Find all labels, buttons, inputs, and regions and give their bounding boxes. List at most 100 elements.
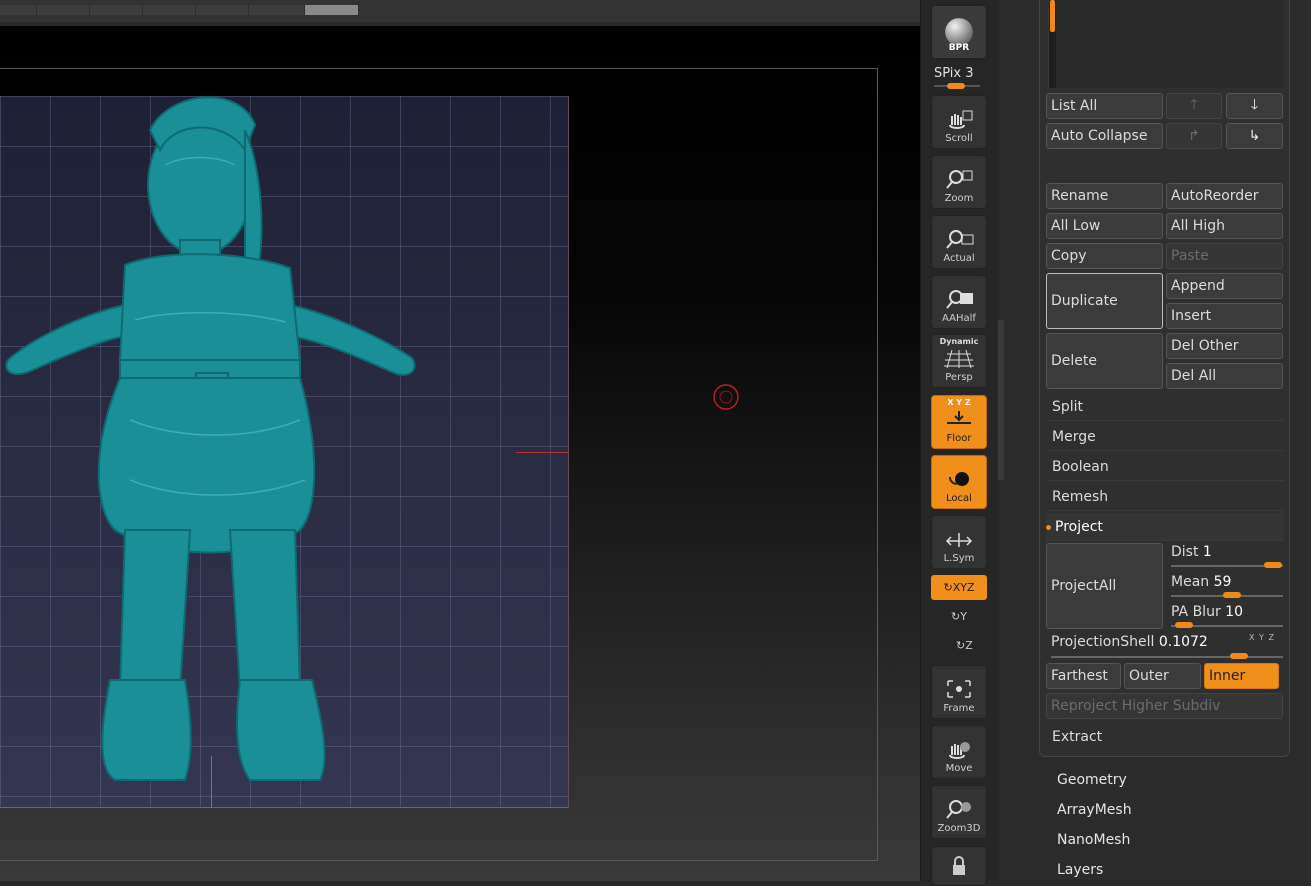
shelf-button-label: Persp [945, 372, 973, 383]
remesh-label: Remesh [1052, 489, 1109, 505]
rot-y-label: Y [960, 610, 967, 623]
all-high-button[interactable]: All High [1166, 213, 1283, 239]
insert-label: Insert [1171, 308, 1212, 324]
tab-segment[interactable] [90, 5, 143, 15]
spix-value: 3 [965, 66, 974, 81]
shelf-button-label: L.Sym [943, 553, 975, 564]
aahalf-icon [946, 290, 973, 309]
shelf-button-floor[interactable]: X Y Z Floor [931, 395, 987, 449]
shelf-button-persp[interactable]: Dynamic Persp [931, 334, 987, 388]
extract-section[interactable]: Extract [1046, 723, 1284, 751]
hand-scroll-icon [949, 110, 973, 129]
move-down-button[interactable]: 🡓 [1226, 93, 1283, 119]
del-all-button[interactable]: Del All [1166, 363, 1283, 389]
mean-slider[interactable]: Mean 59 [1171, 574, 1231, 590]
spix-slider-label[interactable]: SPix 3 [934, 66, 974, 81]
select-up-button[interactable]: ↱ [1166, 123, 1222, 149]
tab-segment[interactable] [143, 5, 196, 15]
farthest-button[interactable]: Farthest [1046, 663, 1121, 689]
shelf-button-actual[interactable]: Actual [931, 215, 987, 269]
all-low-button[interactable]: All Low [1046, 213, 1163, 239]
subtool-list[interactable] [1048, 0, 1284, 88]
list-all-label: List All [1051, 98, 1098, 114]
insert-button[interactable]: Insert [1166, 303, 1283, 329]
mean-slider-knob[interactable] [1223, 592, 1241, 598]
merge-section[interactable]: Merge [1046, 423, 1284, 451]
split-section[interactable]: Split [1046, 393, 1284, 421]
copy-button[interactable]: Copy [1046, 243, 1163, 269]
shelf-button-label: Zoom [944, 193, 974, 204]
rotate-y-button[interactable]: ↻Y [951, 610, 967, 623]
tab-segment-active[interactable] [305, 5, 359, 15]
del-all-label: Del All [1171, 368, 1217, 384]
panel-splitter[interactable] [998, 320, 1004, 480]
project-all-label: ProjectAll [1051, 578, 1117, 594]
shelf-button-zoom[interactable]: Zoom [931, 155, 987, 209]
shelf-button-zoom3d[interactable]: Zoom3D [931, 785, 987, 839]
auto-reorder-button[interactable]: AutoReorder [1166, 183, 1283, 209]
auto-collapse-button[interactable]: Auto Collapse [1046, 123, 1163, 149]
pa-blur-slider-knob[interactable] [1175, 622, 1193, 628]
pa-blur-slider[interactable]: PA Blur 10 [1171, 604, 1243, 620]
projection-shell-slider[interactable]: ProjectionShell 0.1072 [1051, 634, 1208, 650]
xyz-rotate-button[interactable]: ↻XYZ [931, 575, 987, 600]
dist-label: Dist [1171, 544, 1199, 560]
project-all-button[interactable]: ProjectAll [1046, 543, 1163, 629]
rotate-z-button[interactable]: ↻Z [956, 639, 973, 652]
bpr-label: BPR [948, 43, 970, 53]
shelf-button-frame[interactable]: Frame [931, 665, 987, 719]
tab-segment[interactable] [249, 5, 305, 15]
shelf-button-l-sym[interactable]: L.Sym [931, 515, 987, 569]
mean-label: Mean [1171, 574, 1210, 590]
projection-shell-slider-knob[interactable] [1230, 653, 1248, 659]
local-transform-icon [949, 472, 969, 486]
project-section[interactable]: Project [1046, 513, 1284, 541]
boolean-section[interactable]: Boolean [1046, 453, 1284, 481]
paste-button[interactable]: Paste [1166, 243, 1283, 269]
outer-button[interactable]: Outer [1124, 663, 1201, 689]
append-button[interactable]: Append [1166, 273, 1283, 299]
tab-segment[interactable] [37, 5, 90, 15]
dist-slider[interactable]: Dist 1 [1171, 544, 1212, 560]
inner-button[interactable]: Inner [1204, 663, 1279, 689]
shelf-button-top-text: X Y Z [947, 398, 971, 407]
shelf-button-local[interactable]: Local [931, 455, 987, 509]
merge-label: Merge [1052, 429, 1096, 445]
rename-button[interactable]: Rename [1046, 183, 1163, 209]
all-low-label: All Low [1051, 218, 1101, 234]
delete-button[interactable]: Delete [1046, 333, 1163, 389]
shelf-button-aahalf[interactable]: AAHalf [931, 275, 987, 329]
subtool-list-scroll-knob[interactable] [1050, 0, 1055, 32]
del-other-button[interactable]: Del Other [1166, 333, 1283, 359]
duplicate-button[interactable]: Duplicate [1046, 273, 1163, 329]
shelf-button-scroll[interactable]: Scroll [931, 95, 987, 149]
projection-shell-slider-track[interactable] [1051, 656, 1283, 658]
pa-blur-label: PA Blur [1171, 604, 1221, 620]
duplicate-label: Duplicate [1051, 293, 1118, 309]
floor-grid-icon [947, 411, 971, 424]
reproject-higher-subdiv-button[interactable]: Reproject Higher Subdiv [1046, 693, 1283, 719]
shelf-button-move[interactable]: Move [931, 725, 987, 779]
remesh-section[interactable]: Remesh [1046, 483, 1284, 511]
nanomesh-section[interactable]: NanoMesh [1057, 832, 1130, 848]
arraymesh-section[interactable]: ArrayMesh [1057, 802, 1132, 818]
tab-segment[interactable] [196, 5, 249, 15]
dist-slider-knob[interactable] [1264, 562, 1282, 568]
spix-slider-knob[interactable] [947, 83, 965, 89]
list-all-button[interactable]: List All [1046, 93, 1163, 119]
sculpt-model-figure[interactable] [0, 90, 430, 790]
geometry-section[interactable]: Geometry [1057, 772, 1127, 788]
tab-segment[interactable] [0, 5, 37, 15]
arrow-down-icon: 🡓 [1250, 97, 1259, 113]
rotate-icon: ↻ [943, 581, 953, 594]
shelf-button-label: Actual [943, 253, 975, 264]
top-tab-strip [0, 0, 920, 22]
x-axis-line [516, 452, 568, 453]
lock-icon [953, 856, 965, 875]
xyz-mini-toggle[interactable]: X Y Z [1249, 633, 1275, 642]
layers-section[interactable]: Layers [1057, 862, 1103, 878]
move-up-button[interactable]: 🡑 [1166, 93, 1222, 119]
bpr-render-button[interactable]: BPR [931, 5, 987, 59]
lock-button[interactable] [931, 846, 987, 886]
select-down-button[interactable]: ↳ [1226, 123, 1283, 149]
